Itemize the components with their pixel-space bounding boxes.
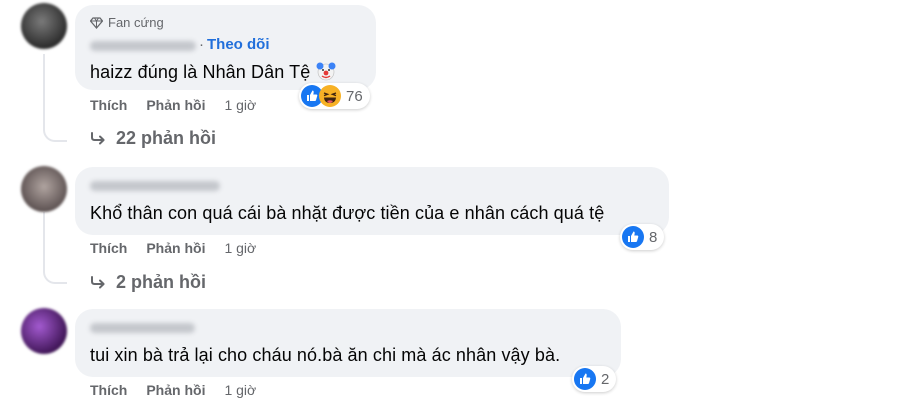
timestamp[interactable]: 1 giờ bbox=[224, 240, 256, 256]
comment-bubble: Fan cứng · Theo dõi haizz đúng là Nhân Dâ… bbox=[75, 5, 376, 90]
comment-text: Khổ thân con quá cái bà nhặt được tiền c… bbox=[90, 203, 605, 223]
view-replies-link[interactable]: 2 phản hồi bbox=[90, 272, 206, 293]
comment-actions: Thích Phản hồi 1 giờ bbox=[90, 382, 256, 398]
replies-count: 22 phản hồi bbox=[116, 128, 217, 148]
fan-badge: Fan cứng bbox=[90, 15, 164, 30]
author-name[interactable] bbox=[90, 323, 195, 333]
comment-text: tui xin bà trả lại cho cháu nó.bà ăn chi… bbox=[90, 345, 561, 365]
thread-line bbox=[43, 212, 45, 266]
author-name[interactable] bbox=[90, 41, 196, 51]
reaction-count: 76 bbox=[346, 87, 363, 105]
comment-body: haizz đúng là Nhân Dân Tệ bbox=[90, 61, 336, 86]
thread-line bbox=[43, 54, 45, 124]
reply-button[interactable]: Phản hồi bbox=[146, 97, 205, 113]
reaction-summary[interactable]: 76 bbox=[299, 83, 370, 109]
follow-link[interactable]: Theo dõi bbox=[207, 36, 270, 53]
timestamp[interactable]: 1 giờ bbox=[224, 97, 256, 113]
replies-count: 2 phản hồi bbox=[116, 272, 206, 292]
reaction-count: 2 bbox=[601, 370, 610, 388]
diamond-icon bbox=[90, 16, 103, 29]
like-reaction-icon bbox=[622, 226, 644, 248]
thread-connector bbox=[43, 262, 67, 284]
reply-arrow-icon bbox=[91, 131, 105, 144]
comment-bubble: Khổ thân con quá cái bà nhặt được tiền c… bbox=[75, 167, 669, 235]
avatar[interactable] bbox=[21, 166, 67, 212]
timestamp[interactable]: 1 giờ bbox=[224, 382, 256, 398]
like-reaction-icon bbox=[574, 368, 596, 390]
thread-connector bbox=[43, 120, 67, 142]
reply-arrow-icon bbox=[91, 275, 105, 288]
like-button[interactable]: Thích bbox=[90, 382, 127, 398]
comment-bubble: tui xin bà trả lại cho cháu nó.bà ăn chi… bbox=[75, 309, 621, 377]
reaction-summary[interactable]: 8 bbox=[620, 224, 665, 250]
reaction-count: 8 bbox=[649, 228, 658, 246]
author-name[interactable] bbox=[90, 181, 220, 191]
view-replies-link[interactable]: 22 phản hồi bbox=[90, 128, 216, 149]
haha-reaction-icon bbox=[319, 85, 341, 107]
reply-button[interactable]: Phản hồi bbox=[146, 382, 205, 398]
like-button[interactable]: Thích bbox=[90, 97, 127, 113]
comment-text: haizz đúng là Nhân Dân Tệ bbox=[90, 62, 311, 82]
like-button[interactable]: Thích bbox=[90, 240, 127, 256]
reaction-summary[interactable]: 2 bbox=[572, 366, 617, 392]
avatar[interactable] bbox=[21, 308, 67, 354]
fan-badge-label: Fan cứng bbox=[108, 15, 164, 30]
avatar[interactable] bbox=[21, 3, 67, 49]
reply-button[interactable]: Phản hồi bbox=[146, 240, 205, 256]
comment-actions: Thích Phản hồi 1 giờ bbox=[90, 97, 256, 113]
follow-group: · Theo dõi bbox=[199, 36, 270, 53]
comment-actions: Thích Phản hồi 1 giờ bbox=[90, 240, 256, 256]
